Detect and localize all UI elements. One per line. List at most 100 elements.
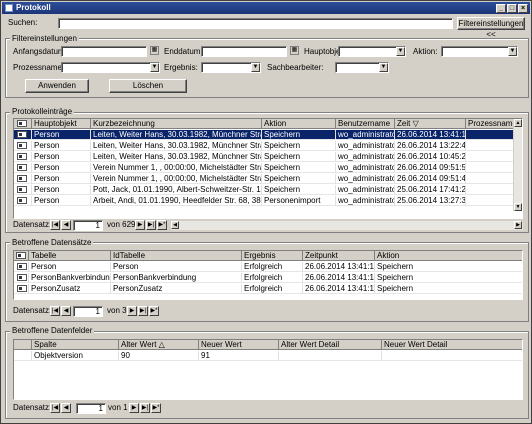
next-record-icon[interactable]: ▶ [129, 403, 139, 413]
column-header-hauptobjekt[interactable]: Hauptobjekt [32, 119, 91, 129]
row-icon-cell[interactable] [14, 185, 32, 195]
record-icon [17, 131, 27, 138]
column-header-aktion[interactable]: Aktion [375, 251, 522, 261]
scroll-up-icon[interactable]: ▲ [514, 119, 522, 127]
column-header-icon[interactable] [14, 251, 29, 261]
action-select[interactable]: ▼ [441, 46, 518, 57]
next-record-icon[interactable]: ▶ [135, 220, 145, 230]
column-header-tabelle[interactable]: Tabelle [29, 251, 111, 261]
last-record-icon[interactable]: ▶| [146, 220, 156, 230]
table-cell: PersonZusatz [29, 284, 111, 294]
new-record-icon[interactable]: ▶* [151, 403, 161, 413]
table-cell: 26.06.2014 13:41:15 [303, 262, 375, 272]
table-row[interactable]: Person Leiten, Weiter Hans, 30.03.1982, M… [14, 152, 522, 162]
first-record-icon[interactable]: |◀ [50, 306, 60, 316]
table-cell: wo_administrator [336, 141, 395, 151]
first-record-icon[interactable]: |◀ [50, 220, 60, 230]
table-row[interactable]: Person Verein Nummer 1, , 00:00:00, Miche… [14, 174, 522, 184]
entries-vertical-scrollbar[interactable]: ▲ ▼ [513, 119, 522, 211]
entries-grid[interactable]: Hauptobjekt Kurzbezeichnung Aktion Benut… [13, 118, 523, 219]
column-header-neuer-wert[interactable]: Neuer Wert [199, 340, 279, 350]
row-icon-cell[interactable] [14, 273, 29, 283]
table-row[interactable]: Person Leiten, Weiter Hans, 30.03.1982, M… [14, 141, 522, 151]
first-record-icon[interactable]: |◀ [50, 403, 60, 413]
column-header-ergebnis[interactable]: Ergebnis [242, 251, 303, 261]
filter-settings-button[interactable]: Filtereinstellungen << [457, 17, 525, 39]
chevron-down-icon[interactable]: ▼ [508, 47, 517, 56]
table-cell: 26.06.2014 13:41:15 [303, 273, 375, 283]
chevron-down-icon[interactable]: ▼ [150, 63, 159, 72]
table-row[interactable]: PersonBankverbindung PersonBankverbindung… [14, 273, 522, 283]
new-record-icon[interactable]: ▶* [149, 306, 159, 316]
table-cell: Person [32, 152, 91, 162]
column-header-aktion[interactable]: Aktion [262, 119, 336, 129]
previous-record-icon[interactable]: ◀ [61, 403, 71, 413]
entries-horizontal-scrollbar[interactable]: ◀ ▶ [171, 221, 523, 230]
main-object-select[interactable]: ▼ [338, 46, 406, 57]
next-record-icon[interactable]: ▶ [127, 306, 137, 316]
column-header-spalte[interactable]: Spalte [32, 340, 119, 350]
column-header-icon[interactable] [14, 119, 32, 129]
entries-group-title: Protokolleinträge [10, 107, 75, 116]
row-icon-cell[interactable] [14, 174, 32, 184]
table-row[interactable]: Person Verein Nummer 1, , 00:00:00, Miche… [14, 163, 522, 173]
minimize-button[interactable]: _ [496, 4, 506, 13]
last-record-icon[interactable]: ▶| [138, 306, 148, 316]
chevron-down-icon[interactable]: ▼ [379, 63, 388, 72]
table-cell: Leiten, Weiter Hans, 30.03.1982, Münchne… [91, 141, 262, 151]
scroll-down-icon[interactable]: ▼ [514, 203, 522, 211]
column-header-alter-wert-detail[interactable]: Alter Wert Detail [279, 340, 382, 350]
result-select[interactable]: ▼ [201, 62, 261, 73]
clerk-select[interactable]: ▼ [335, 62, 389, 73]
scroll-left-icon[interactable]: ◀ [171, 221, 179, 229]
record-number-input[interactable]: 1 [73, 306, 103, 317]
close-button[interactable]: × [518, 4, 528, 13]
chevron-down-icon[interactable]: ▼ [396, 47, 405, 56]
row-icon-cell[interactable] [14, 141, 32, 151]
column-header-benutzername[interactable]: Benutzername [336, 119, 395, 129]
search-input[interactable] [58, 18, 453, 29]
process-select[interactable]: ▼ [61, 62, 160, 73]
row-selector-cell[interactable] [14, 351, 32, 361]
maximize-button[interactable]: □ [507, 4, 517, 13]
chevron-down-icon[interactable]: ▼ [251, 63, 260, 72]
scroll-right-icon[interactable]: ▶ [514, 221, 522, 229]
title-bar[interactable]: Protokoll _ □ × [2, 2, 530, 14]
previous-record-icon[interactable]: ◀ [61, 306, 71, 316]
column-header-zeitpunkt[interactable]: Zeitpunkt [303, 251, 375, 261]
column-header-alter-wert[interactable]: Alter Wert △ [119, 340, 199, 350]
changed-fields-grid[interactable]: Spalte Alter Wert △ Neuer Wert Alter Wer… [13, 339, 523, 400]
row-icon-cell[interactable] [14, 163, 32, 173]
row-icon-cell[interactable] [14, 152, 32, 162]
calendar-icon[interactable]: ▦ [290, 46, 299, 55]
record-label: Datensatz: [13, 306, 52, 315]
table-row[interactable]: Person Pott, Jack, 01.01.1990, Albert-Sch… [14, 185, 522, 195]
table-row[interactable]: Person Leiten, Weiter Hans, 30.03.1982, M… [14, 130, 522, 140]
column-header-idtabelle[interactable]: IdTabelle [111, 251, 242, 261]
row-icon-cell[interactable] [14, 284, 29, 294]
row-icon-cell[interactable] [14, 262, 29, 272]
column-header-neuer-wert-detail[interactable]: Neuer Wert Detail [382, 340, 522, 350]
table-row[interactable]: Person Arbeit, Andi, 01.01.1990, Heedfeld… [14, 196, 522, 206]
record-number-input[interactable]: 1 [76, 403, 106, 414]
table-row[interactable]: Objektversion 90 91 [14, 351, 522, 361]
start-date-input[interactable] [61, 46, 147, 57]
column-header-zeit[interactable]: Zeit ▽ [395, 119, 466, 129]
changed-records-grid[interactable]: Tabelle IdTabelle Ergebnis Zeitpunkt Akt… [13, 250, 523, 300]
table-row[interactable]: PersonZusatz PersonZusatz Erfolgreich 26.06… [14, 284, 522, 294]
apply-button[interactable]: Anwenden [25, 79, 89, 93]
calendar-icon[interactable]: ▦ [150, 46, 159, 55]
table-cell: Person [32, 174, 91, 184]
end-date-input[interactable] [201, 46, 287, 57]
previous-record-icon[interactable]: ◀ [61, 220, 71, 230]
record-number-input[interactable]: 1 [73, 220, 103, 231]
new-record-icon[interactable]: ▶* [157, 220, 167, 230]
delete-button[interactable]: Löschen [109, 79, 187, 93]
table-cell: Speichern [262, 174, 336, 184]
row-icon-cell[interactable] [14, 196, 32, 206]
last-record-icon[interactable]: ▶| [140, 403, 150, 413]
column-header-kurzbezeichnung[interactable]: Kurzbezeichnung [91, 119, 262, 129]
column-header-selector[interactable] [14, 340, 32, 350]
table-row[interactable]: Person Person Erfolgreich 26.06.2014 13:41:… [14, 262, 522, 272]
row-icon-cell[interactable] [14, 130, 32, 140]
